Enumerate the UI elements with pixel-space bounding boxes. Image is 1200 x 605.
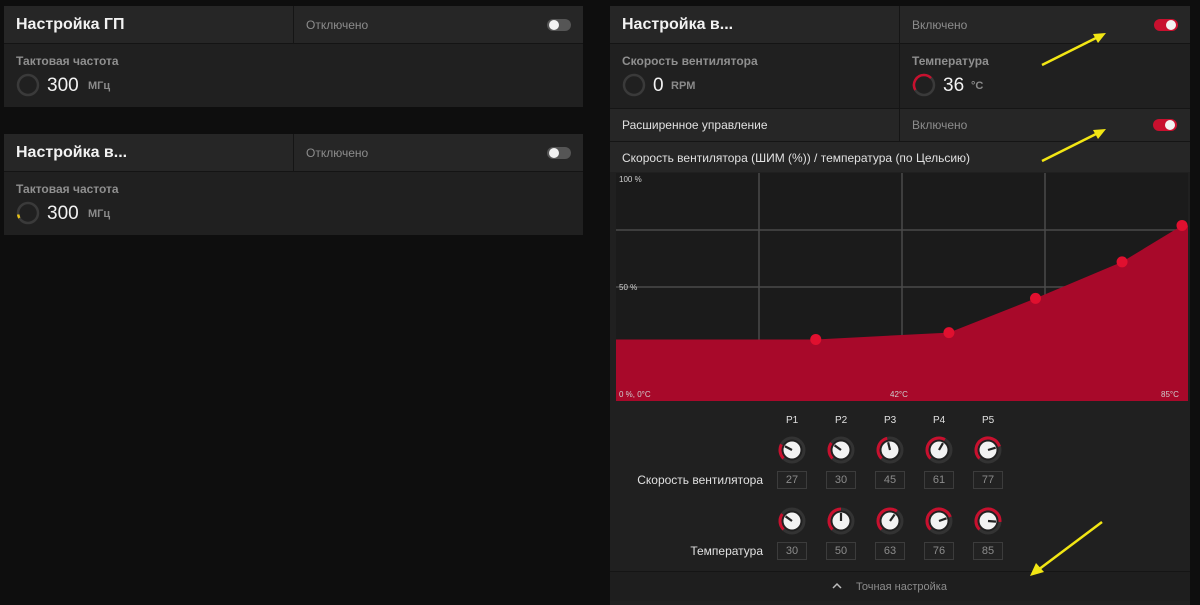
annotation-arrow-icon [1030,521,1103,576]
x-tick-max: 85°C [1161,390,1179,399]
fan-curve-chart[interactable]: 100 % 50 % 0 %, 0°C 42°C 85°C [616,173,1188,401]
advanced-control-label: Расширенное управление [622,118,768,132]
vram-clock-gauge-icon [16,201,40,225]
annotation-arrow-icon [1041,129,1106,163]
toggle-knob [549,148,559,158]
fan-speed-input-p1[interactable]: 27 [777,471,807,489]
fan-speed-value: 0 [653,75,664,96]
vram-clock-label: Тактовая частота [16,182,119,196]
fan-speed-input-p2[interactable]: 30 [826,471,856,489]
gpu-clock-unit: МГц [88,80,111,92]
metrics-divider [899,44,900,108]
point-label-p5: P5 [982,415,995,426]
vram-tuning-header[interactable]: Настройка в... Отключено [4,134,583,172]
fan-speed-input-p3[interactable]: 45 [875,471,905,489]
fan-curve-svg [616,173,1188,401]
gpu-tuning-status-cell: Отключено [293,6,583,44]
y-tick-100: 100 % [619,175,642,184]
vram-tuning-status: Отключено [306,146,369,160]
vram-clock-unit: МГц [88,208,111,220]
fan-curve-title: Скорость вентилятора (ШИМ (%)) / темпера… [622,151,971,165]
fan-speed-knob-p2[interactable] [827,436,855,464]
gpu-tuning-status: Отключено [306,18,369,32]
annotation-arrow-icon [1041,33,1106,67]
gpu-clock-gauge-icon [16,73,40,97]
x-tick-origin: 0 %, 0°C [619,390,651,399]
fan-speed-knob-p1[interactable] [778,436,806,464]
vram-tuning-status-cell: Отключено [293,134,583,172]
temperature-knob-p1[interactable] [778,507,806,535]
fan-speed-input-p4[interactable]: 61 [924,471,954,489]
toggle-knob [549,20,559,30]
temperature-knob-p3[interactable] [876,507,904,535]
temperature-knob-p2[interactable] [827,507,855,535]
fan-speed-knob-p5[interactable] [974,436,1002,464]
fan-tuning-status: Включено [912,18,968,32]
temperature-input-p5[interactable]: 85 [973,542,1003,560]
temperature-knob-p4[interactable] [925,507,953,535]
gpu-tuning-toggle[interactable] [547,19,571,31]
gpu-clock-label: Тактовая частота [16,54,119,68]
fan-speed-label: Скорость вентилятора [622,54,758,68]
gpu-tuning-title: Настройка ГП [16,16,125,33]
advanced-control-status: Включено [912,118,968,132]
vram-clock-value: 300 [47,203,79,224]
fan-tuning-title: Настройка в... [622,16,734,33]
temperature-value: 36 [943,75,965,96]
x-tick-mid: 42°C [890,390,908,399]
temperature-unit: °C [971,80,984,92]
curve-point-p2[interactable] [943,327,955,339]
temperature-input-p3[interactable]: 63 [875,542,905,560]
vram-tuning-toggle[interactable] [547,147,571,159]
chevron-up-icon [832,582,842,589]
gpu-tuning-panel: Настройка ГП Отключено Тактовая частота … [4,6,583,107]
toggle-knob [1166,20,1176,30]
curve-point-p5[interactable] [1176,219,1188,231]
temperature-knob-p5[interactable] [974,507,1002,535]
advanced-control-toggle[interactable] [1153,119,1177,131]
toggle-knob [1165,120,1175,130]
point-label-p3: P3 [884,415,897,426]
fan-speed-gauge-icon [622,73,646,97]
gpu-tuning-header[interactable]: Настройка ГП Отключено [4,6,583,44]
curve-point-p4[interactable] [1116,256,1128,268]
row-divider [899,109,900,142]
y-tick-50: 50 % [619,283,638,292]
temperature-input-p1[interactable]: 30 [777,542,807,560]
fan-speed-unit: RPM [671,80,696,92]
point-label-p1: P1 [786,415,799,426]
vram-tuning-title: Настройка в... [16,144,128,161]
point-label-p4: P4 [933,415,946,426]
point-label-p2: P2 [835,415,848,426]
fan-tuning-toggle[interactable] [1154,19,1178,31]
curve-point-p3[interactable] [1030,292,1042,304]
fan-speed-knob-p3[interactable] [876,436,904,464]
vram-tuning-panel: Настройка в... Отключено Тактовая частот… [4,134,583,235]
fan-speed-input-p5[interactable]: 77 [973,471,1003,489]
temperature-row-label: Температура [690,544,763,558]
temperature-label: Температура [912,54,989,68]
fan-speed-knob-p4[interactable] [925,436,953,464]
temperature-input-p2[interactable]: 50 [826,542,856,560]
fan-speed-row-label: Скорость вентилятора [637,473,763,487]
temperature-gauge-icon [912,73,936,97]
temperature-input-p4[interactable]: 76 [924,542,954,560]
gpu-clock-value: 300 [47,75,79,96]
curve-point-p1[interactable] [810,333,822,345]
fine-tuning-label: Точная настройка [856,581,947,593]
